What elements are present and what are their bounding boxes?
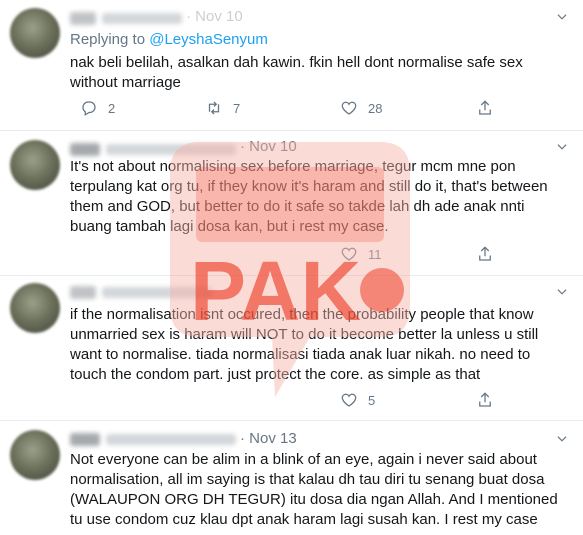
chevron-down-icon[interactable]: [555, 285, 569, 299]
tweet-text: if the normalisation isnt occured, then …: [70, 306, 539, 383]
like-button[interactable]: 28: [340, 98, 382, 118]
redacted-handle: [106, 434, 236, 445]
like-button[interactable]: 11: [340, 244, 382, 264]
tweet-2: · Nov 10 It's not about normalising sex …: [0, 130, 583, 276]
tweet-1: · Nov 10 Replying to @LeyshaSenyum nak b…: [0, 0, 583, 131]
share-icon: [479, 100, 491, 115]
share-icon: [479, 246, 491, 261]
like-count: 28: [368, 100, 383, 116]
tweet-date[interactable]: · Nov 10: [186, 8, 243, 25]
tweet-text: Not everyone can be alim in a blink of a…: [70, 451, 558, 528]
replying-to: Replying to @LeyshaSenyum: [70, 31, 268, 48]
redacted-handle: [106, 144, 236, 155]
reply-count: 2: [108, 100, 116, 116]
tweet-text: nak beli belilah, asalkan dah kawin. fki…: [70, 54, 523, 91]
reply-icon: [82, 101, 96, 116]
share-icon: [479, 392, 491, 407]
tweet-3: if the normalisation isnt occured, then …: [0, 275, 583, 421]
avatar[interactable]: [10, 430, 60, 480]
like-count: 5: [368, 392, 376, 408]
share-button[interactable]: [476, 98, 494, 118]
chevron-down-icon[interactable]: [555, 140, 569, 154]
tweet-4: · Nov 13 Not everyone can be alim in a b…: [0, 420, 583, 535]
heart-icon: [341, 247, 357, 261]
replying-to-label: Replying to: [70, 31, 146, 48]
retweet-button[interactable]: 7: [205, 98, 240, 118]
tweet-date[interactable]: · Nov 10: [240, 138, 297, 155]
retweet-icon: [208, 101, 220, 115]
heart-icon: [341, 393, 357, 407]
redacted-name: [70, 286, 96, 299]
heart-icon: [341, 101, 357, 115]
replying-to-handle[interactable]: @LeyshaSenyum: [149, 31, 268, 48]
like-count: 11: [368, 246, 382, 262]
share-button[interactable]: [476, 244, 494, 264]
redacted-name: [70, 433, 100, 446]
reply-button[interactable]: 2: [80, 98, 115, 118]
avatar[interactable]: [10, 283, 60, 333]
avatar[interactable]: [10, 8, 60, 58]
redacted-name: [70, 143, 100, 156]
retweet-count: 7: [233, 100, 241, 116]
tweet-date[interactable]: · Nov 13: [240, 430, 297, 447]
redacted-name: [70, 12, 96, 25]
share-button[interactable]: [476, 390, 494, 410]
chevron-down-icon[interactable]: [555, 432, 569, 446]
like-button[interactable]: 5: [340, 390, 375, 410]
avatar[interactable]: [10, 140, 60, 190]
tweet-text: It's not about normalising sex before ma…: [70, 158, 548, 235]
redacted-handle: [102, 287, 212, 298]
chevron-down-icon[interactable]: [555, 10, 569, 24]
redacted-handle: [102, 13, 182, 24]
